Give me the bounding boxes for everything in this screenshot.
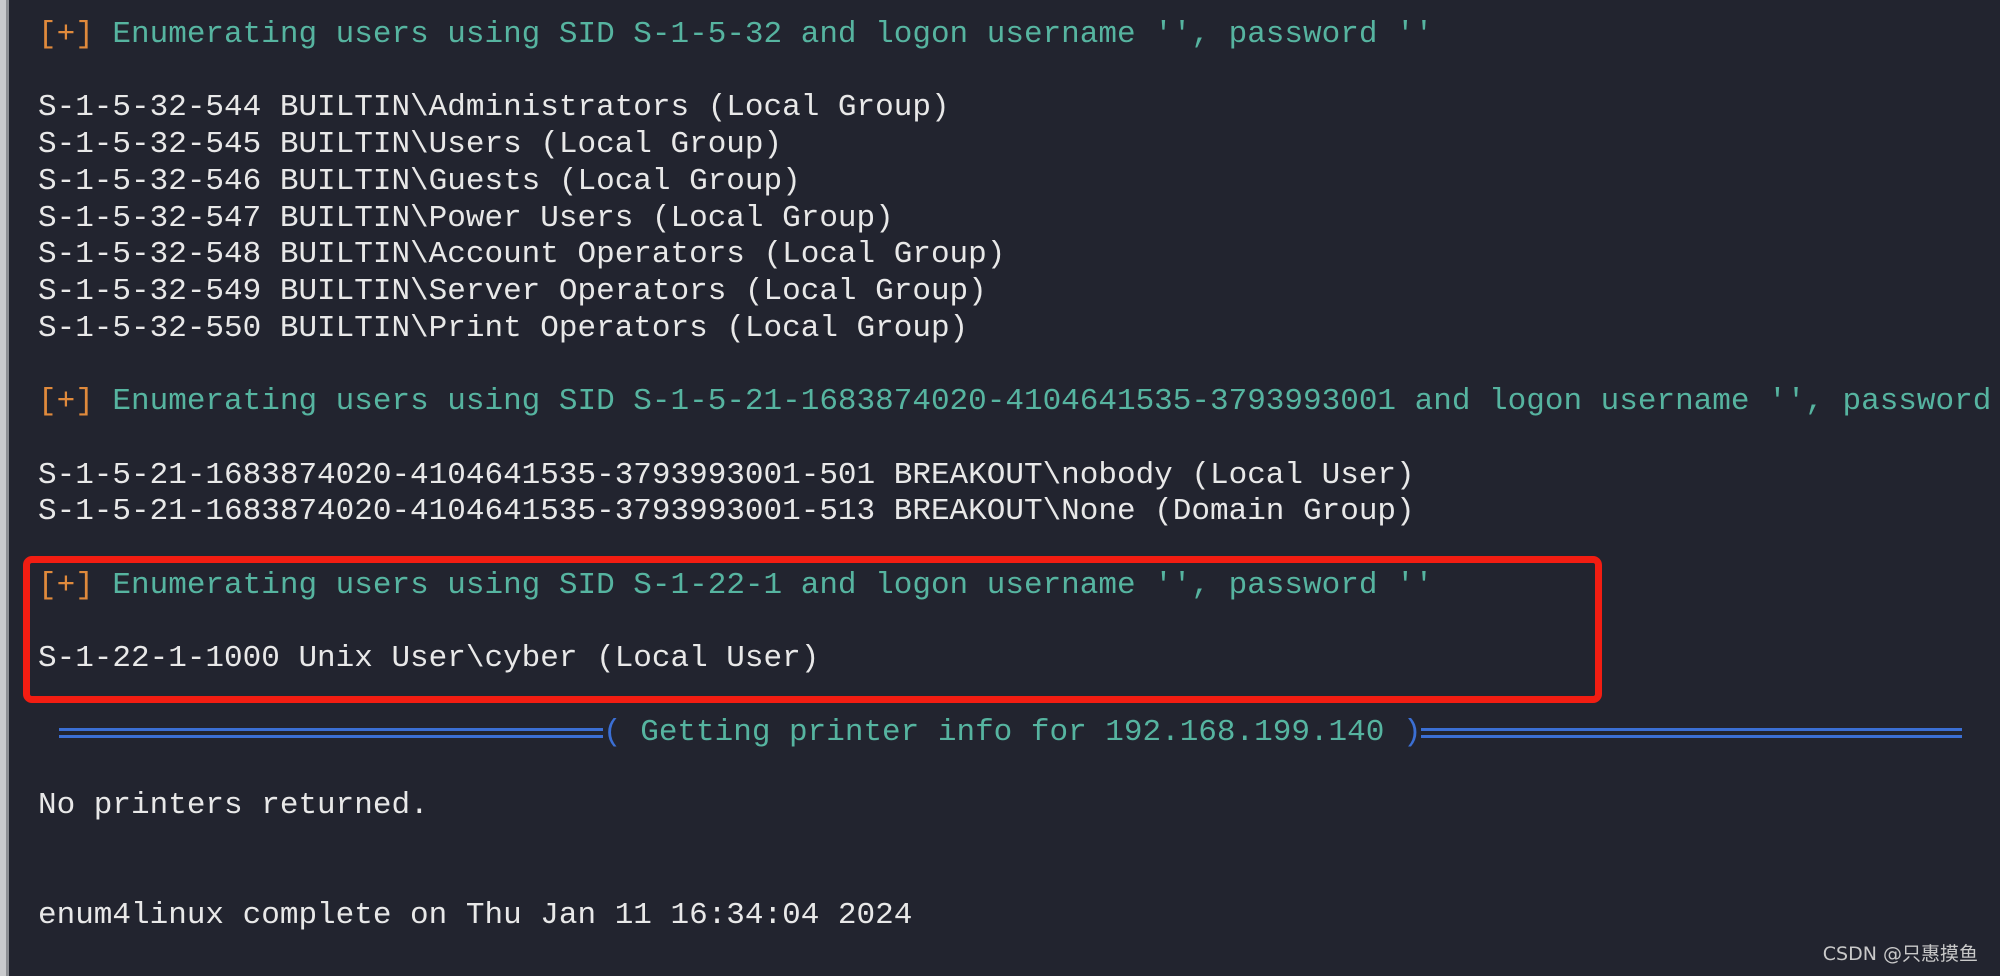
watermark: CSDN @只惠摸鱼: [1822, 943, 1978, 965]
separator-rule-right: [1421, 727, 1962, 738]
output-line: S-1-5-32-545 BUILTIN\Users (Local Group): [38, 127, 1994, 164]
output-line: S-1-5-32-550 BUILTIN\Print Operators (Lo…: [38, 311, 1994, 348]
highlight-box: [23, 556, 1602, 703]
section-header-text: Enumerating users using SID S-1-5-32 and…: [93, 17, 1434, 52]
separator-close-paren: ): [1402, 714, 1422, 750]
section-header-line: [+] Enumerating users using SID S-1-5-32…: [38, 17, 1994, 54]
output-text: S-1-5-21-1683874020-4104641535-379399300…: [38, 457, 1415, 493]
terminal-output[interactable]: [+] Enumerating users using SID S-1-5-32…: [38, 17, 1994, 935]
section-header-text: Enumerating users using SID S-1-5-21-168…: [93, 384, 2000, 420]
output-line: S-1-5-32-547 BUILTIN\Power Users (Local …: [38, 201, 1994, 238]
output-text: S-1-5-32-545 BUILTIN\Users (Local Group): [38, 127, 783, 163]
output-text: S-1-5-32-549 BUILTIN\Server Operators (L…: [38, 274, 987, 310]
output-text: S-1-5-32-547 BUILTIN\Power Users (Local …: [38, 200, 894, 236]
separator-open-paren: (: [603, 714, 622, 750]
output-text: S-1-5-32-546 BUILTIN\Guests (Local Group…: [38, 163, 801, 199]
status-prefix: [+]: [38, 384, 94, 420]
output-line: enum4linux complete on Thu Jan 11 16:34:…: [38, 898, 1994, 935]
output-text: enum4linux complete on Thu Jan 11 16:34:…: [38, 898, 913, 934]
output-text: No printers returned.: [38, 788, 429, 824]
section-separator: ( Getting printer info for 192.168.199.1…: [38, 715, 1994, 752]
window-left-border: [0, 0, 9, 976]
separator-text: Getting printer info for 192.168.199.140: [621, 714, 1403, 750]
output-line: S-1-5-32-546 BUILTIN\Guests (Local Group…: [38, 164, 1994, 201]
output-line: S-1-5-32-549 BUILTIN\Server Operators (L…: [38, 274, 1994, 311]
output-line: S-1-5-32-548 BUILTIN\Account Operators (…: [38, 237, 1994, 274]
output-text: S-1-5-32-544 BUILTIN\Administrators (Loc…: [38, 90, 950, 126]
separator-rule-left: [59, 727, 603, 738]
separator-title: ( Getting printer info for 192.168.199.1…: [603, 715, 1422, 752]
output-text: S-1-5-32-548 BUILTIN\Account Operators (…: [38, 237, 1006, 273]
output-text: S-1-5-21-1683874020-4104641535-379399300…: [38, 494, 1415, 530]
section-header-line: [+] Enumerating users using SID S-1-5-21…: [38, 384, 1994, 421]
output-text: S-1-5-32-550 BUILTIN\Print Operators (Lo…: [38, 310, 969, 346]
status-prefix: [+]: [38, 17, 94, 52]
output-line: S-1-5-21-1683874020-4104641535-379399300…: [38, 458, 1994, 495]
output-line: S-1-5-21-1683874020-4104641535-379399300…: [38, 494, 1994, 531]
output-line: S-1-5-32-544 BUILTIN\Administrators (Loc…: [38, 90, 1994, 127]
output-line: No printers returned.: [38, 788, 1994, 825]
